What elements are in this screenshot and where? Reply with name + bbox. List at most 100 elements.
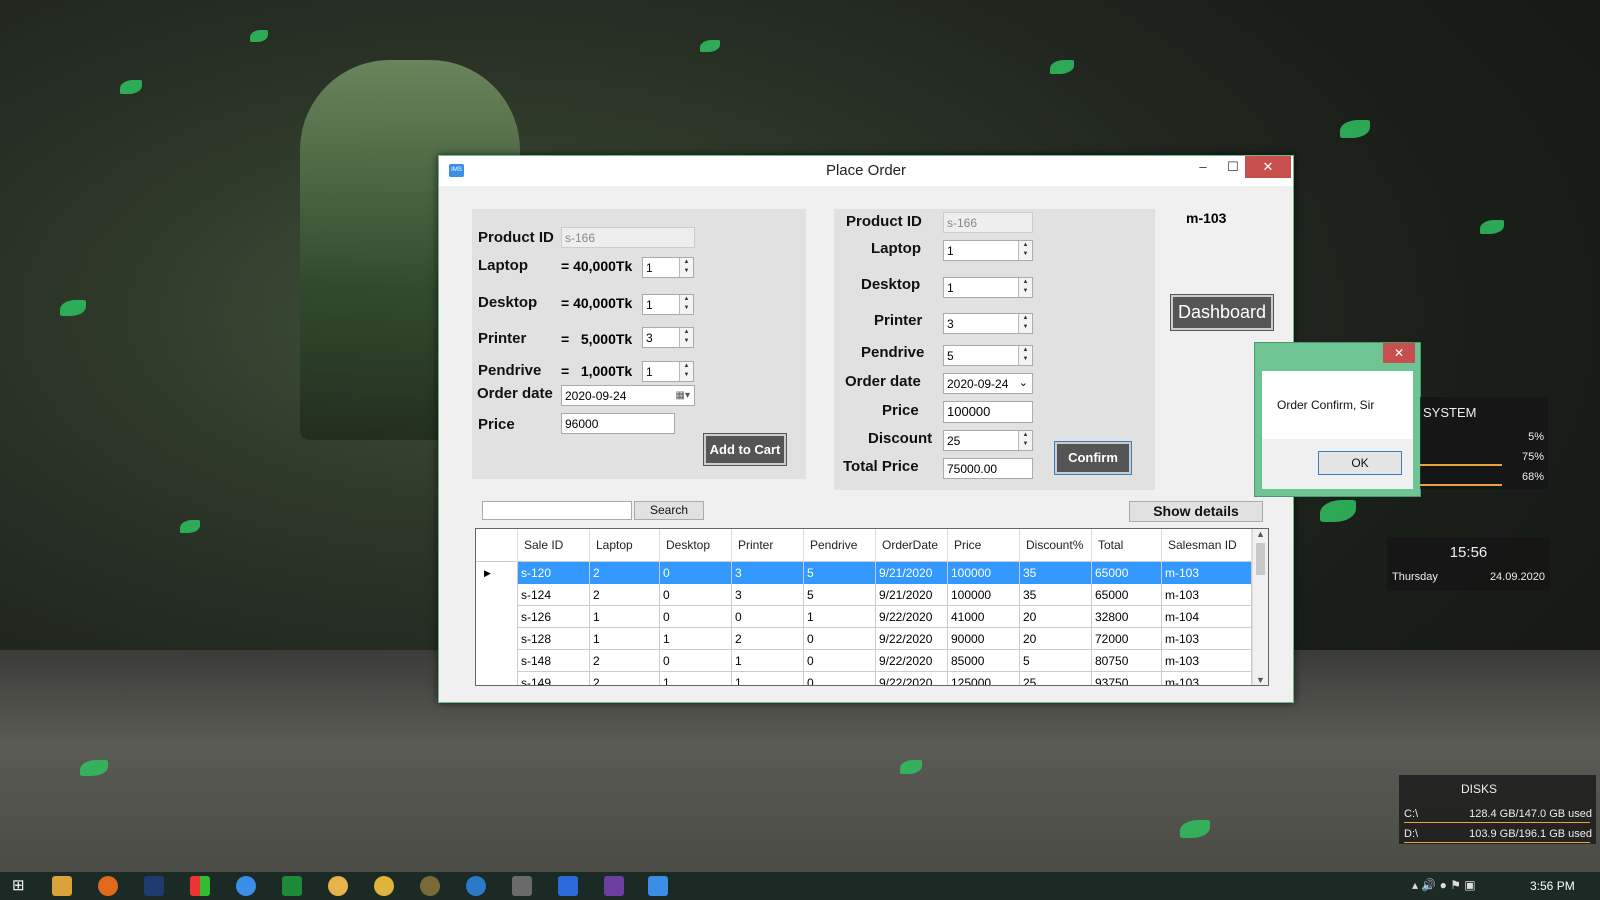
internet-explorer-icon[interactable] (236, 876, 256, 896)
table-cell[interactable]: 32800 (1092, 606, 1162, 628)
table-cell[interactable]: 2 (590, 650, 660, 672)
table-cell[interactable]: 0 (660, 606, 732, 628)
media-player-icon[interactable] (328, 876, 348, 896)
row-selector-icon[interactable]: ▶ (476, 562, 518, 584)
table-cell[interactable]: 1 (660, 628, 732, 650)
pendrive-qty-stepper[interactable]: 1 ▲ ▼ (642, 361, 694, 382)
table-cell[interactable]: 2 (590, 672, 660, 685)
table-cell[interactable]: s-148 (518, 650, 590, 672)
order-date-picker[interactable]: 2020-09-24 ▦▾ (561, 385, 695, 406)
spin-arrows-icon[interactable]: ▲ ▼ (1018, 346, 1032, 365)
scroll-up-icon[interactable]: ▲ (1253, 529, 1268, 539)
table-cell[interactable]: 2 (590, 562, 660, 584)
close-button[interactable]: ✕ (1245, 156, 1291, 178)
table-cell[interactable]: 9/21/2020 (876, 584, 948, 606)
table-cell[interactable]: 93750 (1092, 672, 1162, 685)
table-cell[interactable]: 72000 (1092, 628, 1162, 650)
spin-arrows-icon[interactable]: ▲ ▼ (1018, 314, 1032, 333)
office-icon[interactable] (190, 876, 210, 896)
calendar-dropdown-icon[interactable]: ▦▾ (676, 388, 690, 404)
table-cell[interactable]: m-103 (1162, 628, 1252, 650)
table-cell[interactable]: 90000 (948, 628, 1020, 650)
spin-arrows-icon[interactable]: ▲ ▼ (679, 362, 693, 381)
table-cell[interactable]: s-124 (518, 584, 590, 606)
table-scrollbar[interactable]: ▲ ▼ (1252, 529, 1268, 685)
table-row[interactable]: s-128 1 1 2 0 9/22/2020 90000 20 72000 m-103 (476, 628, 1252, 650)
table-cell[interactable]: 41000 (948, 606, 1020, 628)
column-header[interactable]: Desktop (660, 529, 732, 562)
table-cell[interactable]: 9/22/2020 (876, 650, 948, 672)
table-cell[interactable]: 0 (804, 628, 876, 650)
column-header[interactable]: Printer (732, 529, 804, 562)
chevron-down-icon[interactable]: ⌄ (1019, 375, 1028, 391)
table-cell[interactable]: 35 (1020, 584, 1092, 606)
desktop-qty-stepper[interactable]: 1 ▲ ▼ (642, 294, 694, 315)
table-cell[interactable]: 1 (590, 606, 660, 628)
table-cell[interactable]: 80750 (1092, 650, 1162, 672)
total-price-field[interactable]: 75000.00 (943, 458, 1033, 479)
table-cell[interactable]: 9/22/2020 (876, 606, 948, 628)
table-cell[interactable]: 0 (804, 672, 876, 685)
table-cell[interactable]: s-128 (518, 628, 590, 650)
row-header[interactable] (476, 584, 518, 606)
search-input[interactable] (482, 501, 632, 520)
spin-arrows-icon[interactable]: ▲ ▼ (1018, 431, 1032, 450)
spin-arrows-icon[interactable]: ▲ ▼ (679, 258, 693, 277)
table-cell[interactable]: 3 (732, 562, 804, 584)
table-row[interactable]: ▶ s-120 2 0 3 5 9/21/2020 100000 35 65000 m-103 (476, 562, 1252, 584)
column-header[interactable]: Price (948, 529, 1020, 562)
spin-arrows-icon[interactable]: ▲ ▼ (679, 295, 693, 314)
table-cell[interactable]: 5 (804, 562, 876, 584)
column-header[interactable]: Sale ID (518, 529, 590, 562)
row-header[interactable] (476, 650, 518, 672)
table-cell[interactable]: 1 (804, 606, 876, 628)
table-row[interactable]: s-148 2 0 1 0 9/22/2020 85000 5 80750 m-103 (476, 650, 1252, 672)
dialog-close-button[interactable]: ✕ (1383, 343, 1415, 363)
table-cell[interactable]: 0 (804, 650, 876, 672)
tray-icons[interactable]: ▴ 🔊 ● ⚑ ▣ (1412, 878, 1476, 892)
column-header[interactable]: Total (1092, 529, 1162, 562)
table-cell[interactable]: m-103 (1162, 562, 1252, 584)
column-header[interactable]: Laptop (590, 529, 660, 562)
ims-app-icon[interactable] (648, 876, 668, 896)
confirm-button[interactable]: Confirm (1054, 441, 1132, 475)
table-cell[interactable]: 9/22/2020 (876, 672, 948, 685)
laptop-qty-stepper[interactable]: 1 ▲ ▼ (943, 240, 1033, 261)
table-cell[interactable]: 35 (1020, 562, 1092, 584)
table-cell[interactable]: 0 (732, 606, 804, 628)
search-button[interactable]: Search (634, 501, 704, 520)
show-details-button[interactable]: Show details (1129, 501, 1263, 522)
desktop-qty-stepper[interactable]: 1 ▲ ▼ (943, 277, 1033, 298)
table-cell[interactable]: 2 (732, 628, 804, 650)
pendrive-qty-stepper[interactable]: 5 ▲ ▼ (943, 345, 1033, 366)
table-cell[interactable]: m-103 (1162, 672, 1252, 685)
table-cell[interactable]: m-103 (1162, 650, 1252, 672)
scroll-down-icon[interactable]: ▼ (1253, 675, 1268, 685)
table-cell[interactable]: 0 (660, 650, 732, 672)
table-cell[interactable]: 9/22/2020 (876, 628, 948, 650)
excel-icon[interactable] (282, 876, 302, 896)
product-id-field[interactable]: s-166 (943, 212, 1033, 233)
table-cell[interactable]: 1 (590, 628, 660, 650)
app-icon-gear[interactable] (420, 876, 440, 896)
table-row[interactable]: s-149 2 1 1 0 9/22/2020 125000 25 93750 m-103 (476, 672, 1252, 685)
discount-stepper[interactable]: 25 ▲ ▼ (943, 430, 1033, 451)
app-icon-device[interactable] (512, 876, 532, 896)
app-icon-k[interactable] (466, 876, 486, 896)
price-field[interactable]: 100000 (943, 401, 1033, 423)
table-cell[interactable]: 0 (660, 562, 732, 584)
dashboard-button[interactable]: Dashboard (1170, 294, 1274, 331)
file-explorer-icon[interactable] (52, 876, 72, 896)
photoshop-icon[interactable] (144, 876, 164, 896)
price-field[interactable]: 96000 (561, 413, 675, 434)
column-header[interactable]: Pendrive (804, 529, 876, 562)
table-cell[interactable]: 25 (1020, 672, 1092, 685)
spin-arrows-icon[interactable]: ▲ ▼ (679, 328, 693, 347)
table-row[interactable]: s-124 2 0 3 5 9/21/2020 100000 35 65000 m-103 (476, 584, 1252, 606)
table-cell[interactable]: s-120 (518, 562, 590, 584)
table-cell[interactable]: 5 (1020, 650, 1092, 672)
table-cell[interactable]: 85000 (948, 650, 1020, 672)
column-header[interactable]: Discount% (1020, 529, 1092, 562)
laptop-qty-stepper[interactable]: 1 ▲ ▼ (642, 257, 694, 278)
table-cell[interactable]: 9/21/2020 (876, 562, 948, 584)
